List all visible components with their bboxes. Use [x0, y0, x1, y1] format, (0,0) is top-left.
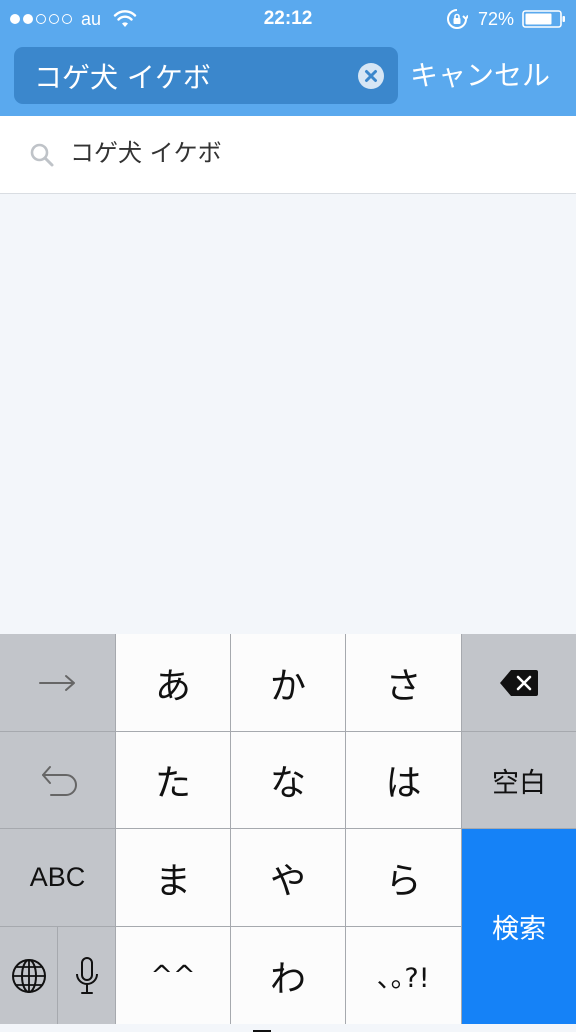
suggestion-text: コゲ犬 イケボ — [70, 139, 222, 167]
search-key[interactable]: 検索 — [462, 829, 576, 1024]
abc-key[interactable]: ABC — [0, 829, 116, 927]
key-wa[interactable]: わ — [231, 927, 346, 1032]
search-suggestion-item[interactable]: コゲ犬 イケボ — [0, 116, 576, 194]
rotation-lock-icon — [447, 9, 468, 29]
search-input[interactable] — [34, 47, 354, 104]
battery-percentage: 72% — [477, 8, 514, 29]
status-right: 72% — [446, 6, 566, 32]
globe-key[interactable] — [0, 927, 58, 1024]
undo-key[interactable] — [0, 732, 116, 829]
dictation-key[interactable] — [58, 927, 116, 1024]
keyboard: あ か さ た な は 空白 ABC ま や ら 検索 ^^ わ ､｡?! — [0, 634, 576, 1032]
key-ya[interactable]: や — [231, 829, 346, 927]
search-icon — [30, 143, 54, 167]
header: au 22:12 72% コゲ犬 イケボ キャンセル — [0, 0, 576, 116]
key-wa-label: わ — [269, 958, 306, 1000]
key-ka[interactable]: か — [231, 634, 346, 732]
battery-icon — [522, 10, 565, 28]
next-candidate-key[interactable] — [0, 634, 116, 732]
key-ma[interactable]: ま — [116, 829, 231, 927]
undo-icon — [41, 766, 77, 796]
cancel-button[interactable]: キャンセル — [410, 47, 570, 104]
backspace-icon — [500, 669, 538, 696]
key-na[interactable]: な — [231, 732, 346, 829]
delete-key[interactable] — [462, 634, 576, 732]
key-ra[interactable]: ら — [346, 829, 462, 927]
clear-icon — [365, 70, 377, 82]
search-box[interactable] — [14, 47, 398, 104]
key-sa[interactable]: さ — [346, 634, 462, 732]
globe-icon — [11, 958, 46, 993]
key-ta[interactable]: た — [116, 732, 231, 829]
clear-search-button[interactable] — [358, 63, 384, 89]
arrow-right-icon — [38, 674, 75, 691]
status-bar: au 22:12 72% — [0, 0, 576, 38]
key-ha[interactable]: は — [346, 732, 462, 829]
key-a[interactable]: あ — [116, 634, 231, 732]
microphone-icon — [75, 956, 98, 994]
kaomoji-key[interactable]: ^^ — [116, 927, 231, 1024]
space-key[interactable]: 空白 — [462, 732, 576, 829]
punctuation-key[interactable]: ､｡?! — [346, 927, 462, 1024]
